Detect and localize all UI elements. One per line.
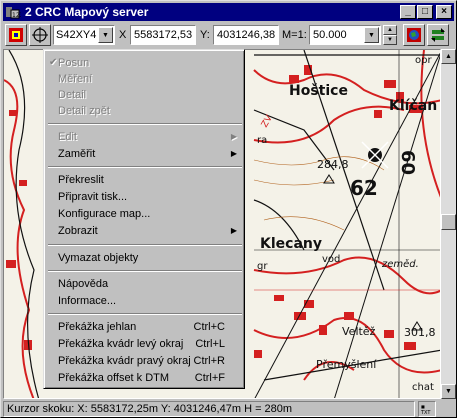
map-label-chat: chat [412,382,434,393]
menu-item-label: Detail [58,89,87,101]
menu-item-label: Detail zpět [58,105,110,117]
menu-item-label: Překážka offset k DTM [58,372,170,384]
menu-item-detail-zpet[interactable]: Detail zpět [47,103,243,119]
window-title: 2 CRC Mapový server [25,5,149,19]
menu-item-label: Konfigurace map... [58,208,151,220]
submenu-arrow-icon: ▶ [230,149,237,158]
menu-item-prekazka-offset[interactable]: Překážka offset k DTM Ctrl+F [47,370,243,386]
switch-icon[interactable] [427,24,449,46]
y-coordinate-field[interactable]: 4031246,38 [213,25,279,45]
map-label-zemed: zeměd. [381,258,419,270]
map-label-premysleni: Přemyšlení [316,358,377,371]
close-button[interactable]: × [436,5,452,19]
menu-item-label: Vymazat objekty [58,252,139,264]
projection-select[interactable]: S42XY4 ▼ [53,25,115,45]
svg-text:■: ■ [421,404,425,409]
menu-item-label: Překážka kvádr levý okraj [58,338,184,350]
maximize-button[interactable]: □ [417,5,433,19]
map-label-height-301: 301,8 [404,326,436,339]
menu-item-mereni[interactable]: Měření [47,71,243,87]
spin-up-icon[interactable]: ▲ [383,25,397,35]
app-logo-icon: 123 [5,5,24,19]
menu-item-shortcut: Ctrl+L [195,338,225,350]
map-layers-icon[interactable] [5,24,27,46]
menu-item-konfigurace-map[interactable]: Konfigurace map... [47,206,243,222]
menu-item-label: Nápověda [58,278,109,290]
menu-item-prekazka-kvadr-pravy[interactable]: Překážka kvádr pravý okraj Ctrl+R [47,353,243,369]
crosshair-icon[interactable] [29,24,51,46]
title-bar[interactable]: 123 2 CRC Mapový server _ □ × [3,3,454,21]
txt-status-icon[interactable]: ■ TXT [418,401,436,417]
menu-item-zamerit[interactable]: Zaměřit ▶ [47,146,243,162]
menu-item-shortcut: Ctrl+R [193,355,225,367]
menu-item-prekazka-jehlan[interactable]: Překážka jehlan Ctrl+C [47,319,243,335]
menu-item-label: Připravit tisk... [58,191,128,203]
menu-item-prekreslit[interactable]: Překreslit [47,172,243,188]
context-menu: ✔ Posun Měření Detail Detail zpět Edit ▶… [43,49,245,389]
menu-item-label: Měření [58,73,93,85]
scale-spinner[interactable]: ▲ ▼ [383,25,397,45]
menu-item-label: Posun [58,57,90,69]
submenu-arrow-icon: ▶ [230,226,237,235]
scale-label: M=1: [282,29,307,41]
spin-down-icon[interactable]: ▼ [383,35,397,45]
menu-item-informace[interactable]: Informace... [47,293,243,309]
menu-item-prekazka-kvadr-levy[interactable]: Překážka kvádr levý okraj Ctrl+L [47,336,243,352]
y-label: Y: [200,29,210,41]
status-bar: Kurzor skoku: X: 5583172,25m Y: 4031246,… [3,401,454,417]
map-label-gr: gr [257,261,268,272]
chevron-down-icon[interactable]: ▼ [98,27,113,43]
menu-item-zobrazit[interactable]: Zobrazit ▶ [47,223,243,239]
projection-value: S42XY4 [56,29,97,41]
menu-separator [48,123,242,125]
menu-item-label: Překreslit [58,174,104,186]
svg-text:123: 123 [12,12,21,19]
map-label-klican: Klíčan [389,98,437,114]
minimize-button[interactable]: _ [400,5,416,19]
x-coordinate-field[interactable]: 5583172,53 [130,25,196,45]
submenu-arrow-icon: ▶ [230,132,237,141]
menu-separator [48,313,242,315]
scale-dropdown-icon[interactable]: ▼ [364,27,379,43]
menu-item-posun[interactable]: ✔ Posun [47,55,243,71]
menu-item-label: Zobrazit [58,225,98,237]
menu-item-shortcut: Ctrl+C [193,321,225,333]
scale-field[interactable]: 50.000 ▼ [309,25,381,45]
menu-item-label: Zaměřit [58,148,96,160]
status-text: Kurzor skoku: X: 5583172,25m Y: 4031246,… [3,401,415,417]
map-label-vod: vod [322,254,340,265]
menu-item-detail[interactable]: Detail [47,87,243,103]
menu-item-label: Informace... [58,295,117,307]
toolbar: S42XY4 ▼ X 5583172,53 Y: 4031246,38 M=1:… [3,23,454,47]
menu-item-vymazat-objekty[interactable]: Vymazat objekty [47,250,243,266]
menu-item-pripravit-tisk[interactable]: Připravit tisk... [47,189,243,205]
scale-value: 50.000 [313,29,347,41]
menu-item-edit[interactable]: Edit ▶ [47,129,243,145]
map-label-grid-60: 60 [397,150,418,175]
app-window: 123 2 CRC Mapový server _ □ × S42XY4 ▼ X… [0,0,457,418]
x-label: X [119,29,127,41]
map-label-grid-62: 62 [350,176,378,200]
map-label-klecany: Klecany [260,236,322,252]
map-label-height-284: 284,8 [317,158,349,171]
map-label-veltez: Veltěž [342,325,376,338]
svg-text:TXT: TXT [420,410,431,415]
menu-separator [48,270,242,272]
map-label-opr: opr [415,55,432,66]
menu-item-napoveda[interactable]: Nápověda [47,276,243,292]
scroll-down-icon[interactable]: ▼ [441,384,456,399]
menu-separator [48,244,242,246]
scroll-up-icon[interactable]: ▲ [441,49,456,64]
vertical-scrollbar[interactable]: ▲ ▼ [441,49,456,399]
check-mark-icon: ✔ [49,57,58,68]
map-label-ra: ra [257,135,267,146]
globe-icon[interactable] [403,24,425,46]
scroll-thumb[interactable] [441,214,456,230]
menu-separator [48,166,242,168]
menu-item-shortcut: Ctrl+F [194,372,225,384]
map-label-hostice: Hoštice [289,83,348,99]
menu-item-label: Překážka kvádr pravý okraj [58,355,191,367]
menu-item-label: Překážka jehlan [58,321,137,333]
menu-item-label: Edit [58,131,77,143]
